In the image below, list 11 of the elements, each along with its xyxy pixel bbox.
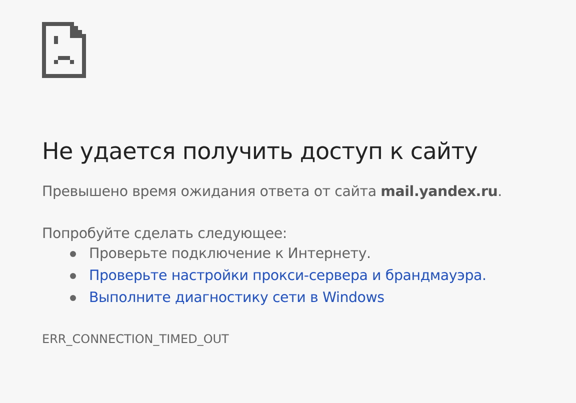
suggestions-title: Попробуйте сделать следующее: bbox=[42, 226, 288, 242]
bullet-icon bbox=[70, 295, 76, 301]
sad-page-icon bbox=[42, 22, 88, 78]
suggestion-link[interactable]: Проверьте настройки прокси-сервера и брандмауэра. bbox=[89, 268, 486, 284]
suggestion-text: Проверьте подключение к Интернету. bbox=[89, 246, 371, 262]
suggestion-link[interactable]: Выполните диагностику сети в Windows bbox=[89, 290, 384, 306]
error-heading: Не удается получить доступ к сайту bbox=[42, 138, 479, 167]
bullet-icon bbox=[70, 251, 76, 257]
bullet-icon bbox=[70, 273, 76, 279]
error-summary: Превышено время ожидания ответа от сайта mail.yandex.ru. bbox=[42, 184, 503, 200]
error-code: ERR_CONNECTION_TIMED_OUT bbox=[42, 332, 230, 346]
